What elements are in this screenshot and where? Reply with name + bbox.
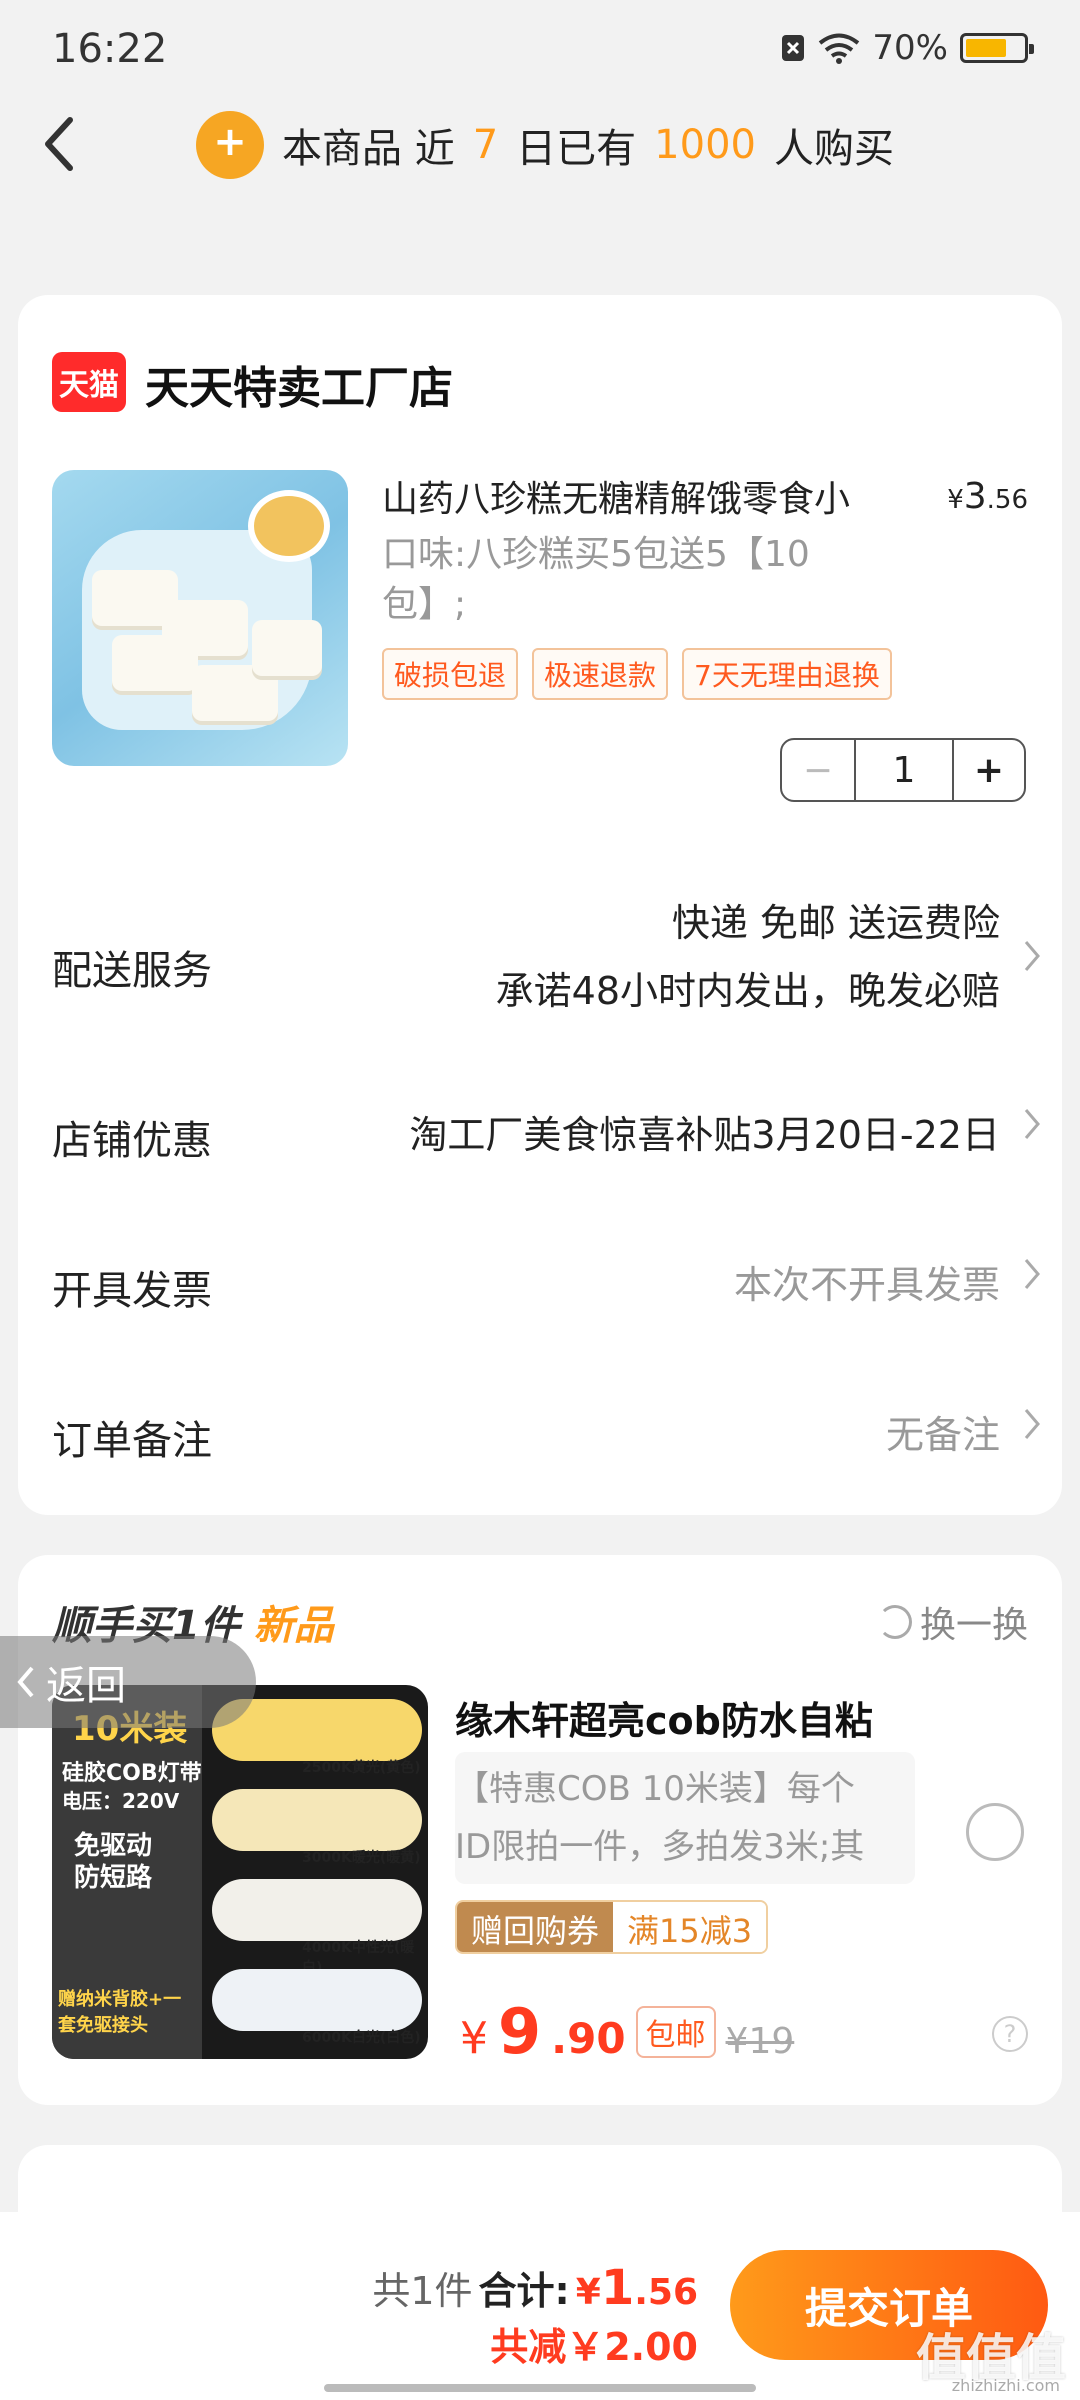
invoice-label: 开具发票 bbox=[52, 1268, 212, 1314]
chevron-right-icon[interactable] bbox=[1022, 936, 1044, 976]
shop-name[interactable]: 天天特卖工厂店 bbox=[145, 352, 453, 416]
product-image[interactable] bbox=[52, 470, 348, 766]
invoice-value[interactable]: 本次不开具发票 bbox=[734, 1254, 1000, 1309]
watermark-url: zhizhizhi.com bbox=[951, 2376, 1060, 2395]
banner-days: 7 bbox=[472, 122, 499, 168]
tag-damage-refund: 破损包退 bbox=[382, 648, 519, 700]
home-indicator[interactable] bbox=[324, 2384, 756, 2392]
delivery-label: 配送服务 bbox=[52, 948, 212, 994]
delivery-line1[interactable]: 快递 免邮 送运费险 bbox=[672, 892, 1000, 947]
return-button[interactable]: 返回 bbox=[0, 1636, 256, 1728]
product-title[interactable]: 山药八珍糕无糖精解饿零食小 bbox=[382, 470, 902, 522]
coupon-left: 赠回购券 bbox=[457, 1902, 614, 1952]
chevron-right-icon[interactable] bbox=[1022, 1104, 1044, 1144]
battery-percent: 70% bbox=[872, 28, 948, 68]
product-spec[interactable]: 口味:八珍糕买5包送5【10包】; bbox=[382, 530, 862, 630]
notification-icon bbox=[782, 35, 805, 61]
status-time: 16:22 bbox=[52, 26, 168, 72]
decrease-button[interactable]: − bbox=[782, 740, 856, 800]
wifi-icon bbox=[819, 33, 860, 64]
back-arrow-icon[interactable] bbox=[36, 108, 80, 180]
quantity-stepper: − 1 + bbox=[780, 738, 1026, 802]
image-line4: 防短路 bbox=[74, 1863, 153, 1893]
product-price: ¥3.56 bbox=[947, 476, 1028, 517]
tmall-badge: 天猫 bbox=[52, 352, 126, 412]
delivery-line2[interactable]: 承诺48小时内发出，晚发必赔 bbox=[496, 960, 1000, 1015]
coupon-right: 满15减3 bbox=[613, 1902, 767, 1952]
recommend-product-desc[interactable]: 【特惠COB 10米装】每个 ID限拍一件，多拍发3米;其 bbox=[455, 1752, 915, 1884]
swap-button[interactable]: 换一换 bbox=[877, 1596, 1028, 1648]
chevron-right-icon[interactable] bbox=[1022, 1404, 1044, 1444]
service-tags: 破损包退 极速退款 7天无理由退换 bbox=[382, 648, 892, 700]
banner-count: 1000 bbox=[654, 122, 756, 168]
swap-label: 换一换 bbox=[919, 1605, 1028, 1646]
recommend-product-image[interactable]: 10米装 硅胶COB灯带 电压：220V 免驱动 防短路 赠纳米背胶+一套免驱接… bbox=[52, 1685, 428, 2059]
shopping-bag-icon bbox=[196, 111, 264, 179]
image-strip4: 6000K白光(白色) bbox=[302, 2030, 421, 2046]
promo-value[interactable]: 淘工厂美食惊喜补贴3月20日-22日 bbox=[409, 1104, 1000, 1159]
image-bottom: 赠纳米背胶+一套免驱接头 bbox=[58, 1989, 182, 2036]
status-bar: 16:22 70% bbox=[0, 0, 1080, 100]
tag-7day-return: 7天无理由退换 bbox=[682, 648, 892, 700]
old-price: ¥19 bbox=[725, 2021, 795, 2062]
savings-text: 共减￥2.00 bbox=[490, 2325, 698, 2369]
total-label: 合计: bbox=[478, 2269, 570, 2313]
chevron-left-icon bbox=[17, 1666, 34, 1698]
coupon-badge: 赠回购券 满15减3 bbox=[455, 1900, 769, 1954]
image-line1: 硅胶COB灯带 bbox=[62, 1761, 202, 1786]
help-icon[interactable]: ? bbox=[992, 2016, 1028, 2052]
recommend-price: ¥9.90 包邮 ¥19 bbox=[460, 1995, 795, 2068]
increase-button[interactable]: + bbox=[954, 740, 1024, 800]
note-label: 订单备注 bbox=[52, 1418, 212, 1464]
return-label: 返回 bbox=[46, 1663, 126, 1709]
image-line2: 电压：220V bbox=[62, 1789, 180, 1813]
tag-fast-refund: 极速退款 bbox=[532, 648, 669, 700]
image-strip1: 2500K黄光(黄色) bbox=[302, 1760, 421, 1776]
select-radio[interactable] bbox=[966, 1803, 1024, 1861]
battery-icon bbox=[960, 33, 1034, 63]
quantity-value[interactable]: 1 bbox=[856, 740, 954, 800]
banner-prefix: 本商品 近 bbox=[282, 126, 455, 172]
purchase-banner: 本商品 近 7 日已有 1000 人购买 bbox=[196, 110, 894, 180]
banner-middle: 日已有 bbox=[516, 126, 637, 172]
note-value[interactable]: 无备注 bbox=[886, 1404, 1000, 1459]
chevron-right-icon[interactable] bbox=[1022, 1254, 1044, 1294]
item-count: 共1件 bbox=[372, 2269, 473, 2313]
banner-suffix: 人购买 bbox=[773, 126, 894, 172]
recommend-product-name[interactable]: 缘木轩超亮cob防水自粘 bbox=[455, 1690, 873, 1745]
total-amount: ¥1.56 bbox=[575, 2260, 698, 2316]
order-total: 共1件 合计: ¥1.56 bbox=[372, 2260, 698, 2316]
free-shipping-badge: 包邮 bbox=[635, 2005, 716, 2058]
status-icons: 70% bbox=[780, 28, 1034, 68]
refresh-icon bbox=[877, 1605, 912, 1639]
promo-label: 店铺优惠 bbox=[52, 1118, 212, 1164]
image-strip2: 3000K暖光(暖黄) bbox=[302, 1850, 421, 1866]
